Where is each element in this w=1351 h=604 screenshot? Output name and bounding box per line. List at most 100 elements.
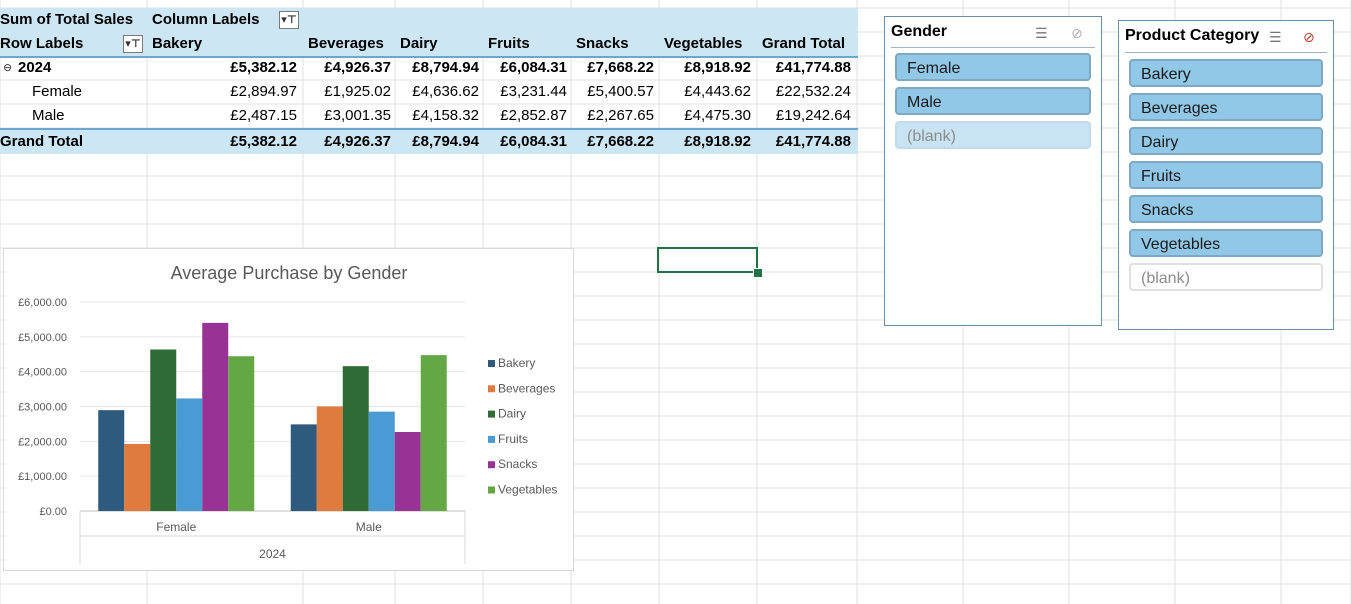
pivot-cell-grand-total[interactable]: £19,242.64: [776, 104, 851, 128]
x-tick-label: Female: [156, 520, 196, 534]
column-filter-icon[interactable]: ▾⊤: [279, 11, 299, 29]
pivot-cell-dairy[interactable]: £8,794.94: [412, 130, 479, 154]
pivot-header-row-1: Sum of Total Sales Column Labels ▾⊤: [0, 8, 858, 32]
pivot-cell-fruits[interactable]: £6,084.31: [500, 130, 567, 154]
fill-handle[interactable]: [753, 268, 763, 278]
pivot-cell-beverages[interactable]: £4,926.37: [324, 56, 391, 80]
slicer-item-male[interactable]: Male: [895, 87, 1091, 115]
row-labels-header[interactable]: Row Labels: [0, 32, 83, 56]
pivot-cell-vegetables[interactable]: £4,475.30: [684, 104, 751, 128]
bar-dairy-male: [342, 366, 369, 511]
slicer-gender[interactable]: Gender ☰ ⊘ Female Male (blank): [884, 16, 1102, 326]
legend-swatch-dairy: [488, 410, 495, 418]
pivot-row-label[interactable]: 2024: [18, 56, 51, 80]
collapse-icon[interactable]: ⊖: [3, 56, 12, 80]
slicer-divider: [1125, 52, 1327, 53]
pivot-cell-fruits[interactable]: £2,852.87: [500, 104, 567, 128]
y-tick-label: £4,000.00: [18, 367, 67, 379]
pivot-cell-vegetables[interactable]: £8,918.92: [684, 130, 751, 154]
chart-svg: Average Purchase by Gender £0.00 £1,000.00…: [18, 263, 557, 564]
y-tick-label: £1,000.00: [18, 471, 67, 483]
legend-swatch-bakery: [488, 360, 495, 367]
pivot-cell-snacks[interactable]: £7,668.22: [587, 130, 654, 154]
row-filter-icon[interactable]: ▾⊤: [123, 35, 143, 53]
slicer-divider: [891, 47, 1095, 48]
slicer-item-dairy[interactable]: Dairy: [1129, 127, 1323, 155]
y-tick-label: £3,000.00: [18, 402, 67, 414]
slicer-item-bakery[interactable]: Bakery: [1129, 59, 1323, 87]
pivot-cell-snacks[interactable]: £2,267.65: [587, 104, 654, 128]
pivot-column-labels[interactable]: Column Labels: [152, 8, 260, 32]
pivot-cell-vegetables[interactable]: £8,918.92: [684, 56, 751, 80]
col-header-snacks[interactable]: Snacks: [576, 32, 629, 56]
col-header-bakery[interactable]: Bakery: [152, 32, 203, 56]
pivot-cell-grand-total[interactable]: £41,774.88: [776, 56, 851, 80]
legend-swatch-beverages: [488, 385, 495, 393]
legend-label-snacks: Snacks: [498, 457, 537, 471]
pivot-cell-vegetables[interactable]: £4,443.62: [684, 80, 751, 104]
slicer-item-female[interactable]: Female: [895, 53, 1091, 81]
pivot-cell-grand-total[interactable]: £22,532.24: [776, 80, 851, 104]
pivot-year-row: ⊖ 2024 £5,382.12 £4,926.37 £8,794.94 £6,084.3…: [0, 56, 858, 80]
pivot-cell-bakery[interactable]: £2,894.97: [230, 80, 297, 104]
slicer-item-snacks[interactable]: Snacks: [1129, 195, 1323, 223]
legend-label-vegetables: Vegetables: [498, 483, 557, 497]
slicer-product-category[interactable]: Product Category ☰ ⊘ Bakery Beverages Dair…: [1118, 20, 1334, 330]
pivot-data-row: Female £2,894.97 £1,925.02 £4,636.62 £3,231.…: [0, 80, 858, 104]
multi-select-icon[interactable]: ☰: [1035, 25, 1048, 42]
y-tick-label: £5,000.00: [18, 332, 67, 344]
slicer-item-vegetables[interactable]: Vegetables: [1129, 229, 1323, 257]
clear-filter-icon[interactable]: ⊘: [1303, 29, 1315, 46]
pivot-cell-bakery[interactable]: £2,487.15: [230, 104, 297, 128]
pivot-cell-dairy[interactable]: £4,158.32: [412, 104, 479, 128]
bar-dairy-female: [150, 349, 177, 511]
pivot-cell-bakery[interactable]: £5,382.12: [230, 56, 297, 80]
bar-fruits-male: [368, 411, 395, 511]
col-header-vegetables[interactable]: Vegetables: [664, 32, 742, 56]
legend-swatch-snacks: [488, 461, 495, 469]
clear-filter-icon[interactable]: ⊘: [1071, 25, 1083, 42]
chart-average-purchase[interactable]: Average Purchase by Gender £0.00 £1,000.00…: [3, 248, 574, 571]
chart-title: Average Purchase by Gender: [171, 263, 408, 283]
pivot-row-label[interactable]: Female: [32, 80, 82, 104]
bar-vegetables-male: [420, 355, 447, 511]
y-tick-label: £2,000.00: [18, 436, 67, 448]
pivot-grand-total-row: Grand Total £5,382.12 £4,926.37 £8,794.94 £6…: [0, 128, 858, 154]
slicer-category-title: Product Category: [1125, 27, 1260, 44]
pivot-cell-bakery[interactable]: £5,382.12: [230, 130, 297, 154]
pivot-row-label[interactable]: Male: [32, 104, 65, 128]
legend-label-dairy: Dairy: [498, 407, 526, 421]
bar-vegetables-female: [228, 356, 255, 511]
bar-fruits-female: [176, 398, 203, 511]
bar-snacks-female: [202, 322, 229, 511]
pivot-row-label[interactable]: Grand Total: [0, 130, 83, 154]
col-header-fruits[interactable]: Fruits: [488, 32, 530, 56]
bar-beverages-male: [316, 406, 343, 511]
y-tick-label: £0.00: [39, 506, 67, 518]
col-header-grand-total[interactable]: Grand Total: [762, 32, 845, 56]
pivot-cell-dairy[interactable]: £8,794.94: [412, 56, 479, 80]
col-header-dairy[interactable]: Dairy: [400, 32, 438, 56]
bar-snacks-male: [394, 432, 421, 511]
col-header-beverages[interactable]: Beverages: [308, 32, 384, 56]
legend-swatch-vegetables: [488, 486, 495, 494]
multi-select-icon[interactable]: ☰: [1269, 29, 1282, 46]
slicer-item-blank[interactable]: (blank): [895, 121, 1091, 149]
pivot-cell-beverages[interactable]: £1,925.02: [324, 80, 391, 104]
pivot-cell-beverages[interactable]: £3,001.35: [324, 104, 391, 128]
pivot-cell-snacks[interactable]: £7,668.22: [587, 56, 654, 80]
legend-label-beverages: Beverages: [498, 381, 555, 395]
pivot-cell-grand-total[interactable]: £41,774.88: [776, 130, 851, 154]
slicer-item-fruits[interactable]: Fruits: [1129, 161, 1323, 189]
slicer-item-blank[interactable]: (blank): [1129, 263, 1323, 291]
legend-swatch-fruits: [488, 435, 495, 443]
active-cell[interactable]: [657, 247, 758, 273]
pivot-cell-fruits[interactable]: £3,231.44: [500, 80, 567, 104]
slicer-item-beverages[interactable]: Beverages: [1129, 93, 1323, 121]
pivot-cell-fruits[interactable]: £6,084.31: [500, 56, 567, 80]
pivot-cell-dairy[interactable]: £4,636.62: [412, 80, 479, 104]
pivot-data-row: Male £2,487.15 £3,001.35 £4,158.32 £2,852.87…: [0, 104, 858, 128]
pivot-cell-beverages[interactable]: £4,926.37: [324, 130, 391, 154]
pivot-value-field-label[interactable]: Sum of Total Sales: [0, 8, 133, 32]
pivot-cell-snacks[interactable]: £5,400.57: [587, 80, 654, 104]
